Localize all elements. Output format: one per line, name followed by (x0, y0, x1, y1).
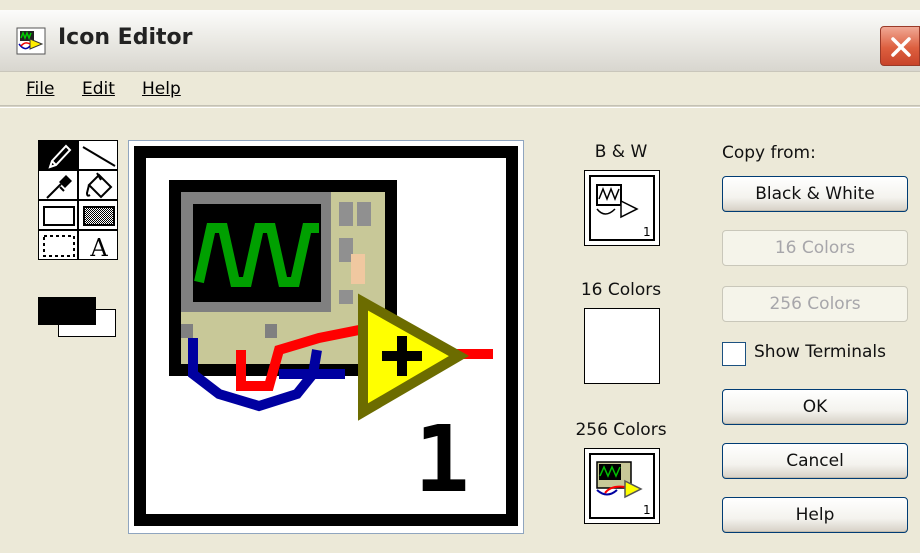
foreground-color-swatch[interactable] (38, 297, 96, 325)
show-terminals-checkbox[interactable] (722, 342, 746, 366)
show-terminals-row[interactable]: Show Terminals (722, 340, 912, 368)
c256-preview[interactable]: 1 (584, 448, 660, 524)
icon-canvas[interactable]: 1 (128, 140, 524, 534)
c16-preview[interactable] (584, 308, 660, 384)
bw-preview[interactable]: 1 (584, 170, 660, 246)
copy-from-label: Copy from: (722, 143, 816, 163)
title-bar[interactable]: Icon Editor (0, 10, 920, 72)
icon-artwork: 1 (134, 146, 518, 526)
fill-bucket-icon (85, 172, 113, 199)
svg-text:A: A (89, 234, 108, 261)
tool-line[interactable] (78, 140, 118, 170)
color-swatches (38, 297, 118, 339)
bw-preview-label: B & W (594, 142, 648, 162)
line-icon (82, 146, 116, 167)
tool-text[interactable]: A (78, 230, 118, 261)
bw-preview-image: 1 (589, 175, 655, 241)
content-divider (0, 106, 920, 108)
menu-help[interactable]: Help (142, 79, 181, 99)
copy-bw-button[interactable]: Black & White (722, 176, 908, 212)
copy-16-colors-button[interactable]: 16 Colors (722, 230, 908, 266)
text-icon: A (89, 234, 108, 261)
pencil-icon (48, 144, 72, 169)
ok-button[interactable]: OK (722, 389, 908, 425)
c256-preview-number: 1 (643, 503, 651, 517)
labview-vi-icon (16, 27, 46, 55)
tool-select[interactable] (38, 230, 78, 260)
menu-edit-label: Edit (82, 79, 115, 99)
cancel-button[interactable]: Cancel (722, 443, 908, 479)
menu-file[interactable]: File (26, 79, 54, 99)
tool-filled-rectangle[interactable] (78, 200, 118, 230)
window-title: Icon Editor (58, 25, 193, 50)
tool-palette: A (38, 140, 118, 295)
menu-edit[interactable]: Edit (82, 79, 115, 99)
show-terminals-label: Show Terminals (754, 342, 886, 362)
tool-pencil[interactable] (38, 140, 78, 170)
tool-fill-bucket[interactable] (78, 170, 118, 200)
color-picker-icon (46, 175, 72, 199)
copy-256-colors-button[interactable]: 256 Colors (722, 286, 908, 322)
menu-bar: File Edit Help (0, 72, 920, 106)
close-button[interactable] (880, 26, 920, 66)
filled-rectangle-icon (83, 206, 115, 226)
canvas-number: 1 (414, 406, 469, 513)
menu-help-label: Help (142, 79, 181, 99)
icon-editor-window: Icon Editor File Edit Help A 1 B & W 1 1… (0, 0, 920, 553)
bw-preview-number: 1 (643, 225, 651, 239)
select-marquee-icon (43, 235, 75, 257)
c256-preview-image: 1 (589, 453, 655, 519)
help-button[interactable]: Help (722, 497, 908, 533)
c16-preview-label: 16 Colors (580, 280, 662, 300)
tool-rectangle[interactable] (38, 200, 78, 230)
close-icon (891, 37, 911, 57)
rectangle-icon (43, 206, 75, 226)
tool-color-picker[interactable] (38, 170, 78, 200)
menu-file-label: File (26, 79, 55, 99)
c256-preview-label: 256 Colors (575, 420, 667, 440)
